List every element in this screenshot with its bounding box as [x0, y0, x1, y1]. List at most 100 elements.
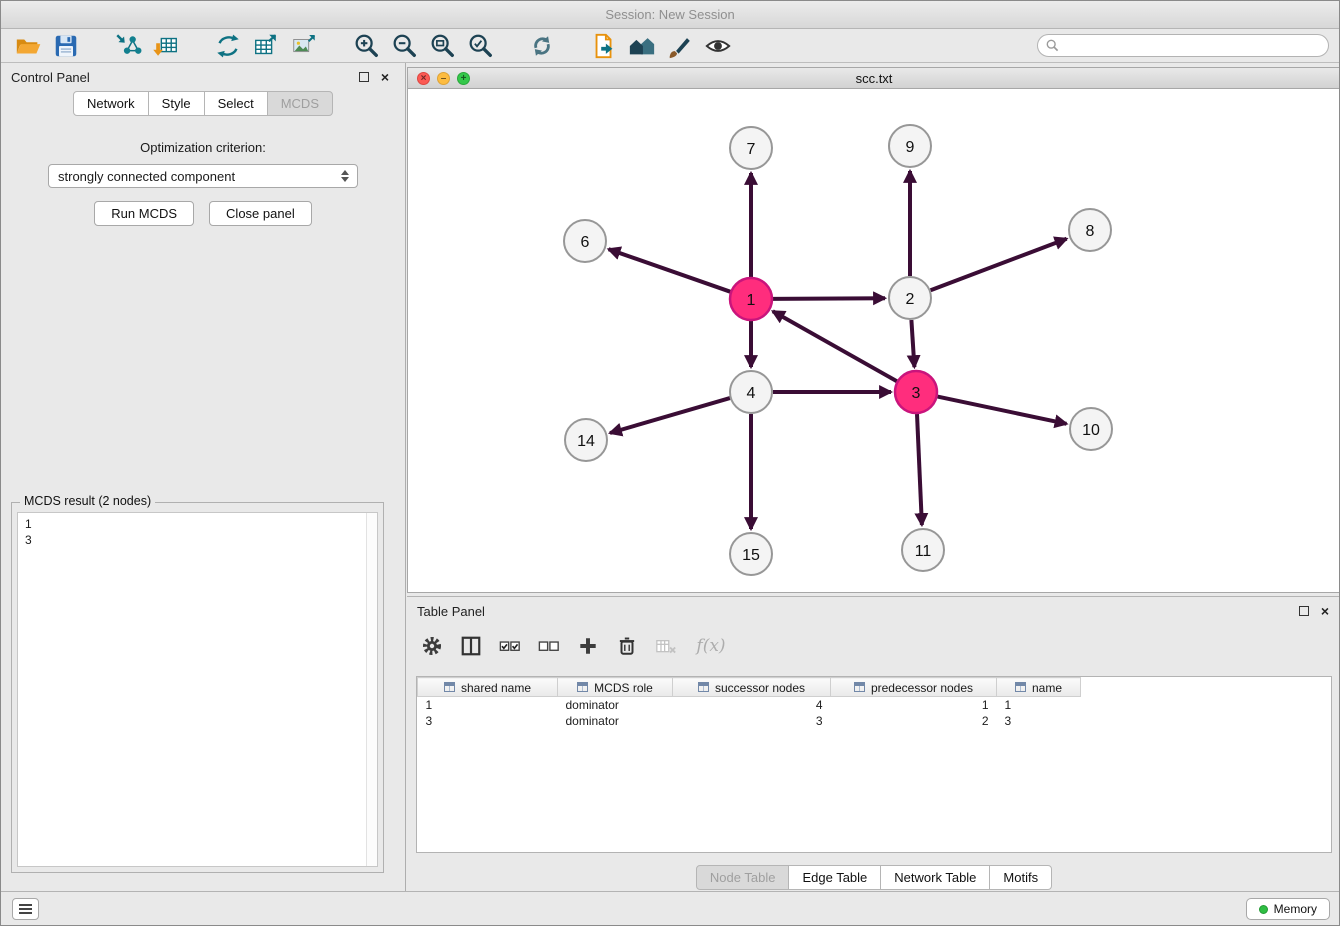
table-row[interactable]: 3dominator323: [418, 713, 1081, 729]
network-graph[interactable]: 7 9 6 8 1 2 4 3 14 10 15 11: [408, 89, 1340, 594]
select-all-columns-button[interactable]: [499, 635, 521, 657]
search-field[interactable]: [1037, 34, 1329, 57]
import-table-icon: [152, 32, 180, 60]
column-header-mcds-role[interactable]: MCDS role: [558, 678, 673, 697]
graph-node-11[interactable]: 11: [902, 529, 944, 571]
import-network-button[interactable]: [109, 31, 147, 61]
table-header-row: shared nameMCDS rolesuccessor nodesprede…: [418, 678, 1081, 697]
table-cell[interactable]: dominator: [558, 697, 673, 713]
memory-label: Memory: [1274, 902, 1317, 916]
table-row[interactable]: 1dominator411: [418, 697, 1081, 713]
graph-node-1[interactable]: 1: [730, 278, 772, 320]
table-cell[interactable]: 1: [831, 697, 997, 713]
graph-edge-2-8[interactable]: [931, 239, 1067, 290]
tab-select[interactable]: Select: [204, 91, 268, 116]
graph-node-3[interactable]: 3: [895, 371, 937, 413]
table-cell[interactable]: 2: [831, 713, 997, 729]
run-mcds-button[interactable]: Run MCDS: [94, 201, 194, 226]
zoom-in-button[interactable]: [347, 31, 385, 61]
add-column-button[interactable]: [577, 635, 599, 657]
show-hide-button[interactable]: [699, 31, 737, 61]
new-table-button[interactable]: [247, 31, 285, 61]
zoom-out-button[interactable]: [385, 31, 423, 61]
zoom-fit-button[interactable]: [423, 31, 461, 61]
graph-edge-1-2[interactable]: [773, 298, 885, 299]
graph-node-15[interactable]: 15: [730, 533, 772, 575]
column-header-successor-nodes[interactable]: successor nodes: [673, 678, 831, 697]
table-panel: Table Panel ×: [407, 596, 1340, 893]
deselect-all-columns-button[interactable]: [538, 635, 560, 657]
tab-mcds[interactable]: MCDS: [267, 91, 333, 116]
close-table-panel-icon[interactable]: ×: [1321, 602, 1329, 620]
memory-button[interactable]: Memory: [1246, 898, 1330, 920]
sort-icon: [698, 682, 709, 692]
table-arrow-icon: [252, 32, 280, 60]
close-panel-button[interactable]: Close panel: [209, 201, 312, 226]
table-options-button[interactable]: [421, 635, 443, 657]
tab-motifs[interactable]: Motifs: [989, 865, 1052, 890]
gear-icon: [421, 635, 443, 657]
panel-menu-button[interactable]: [12, 898, 39, 920]
zoom-window-button[interactable]: +: [457, 72, 470, 85]
float-panel-icon[interactable]: [359, 72, 369, 82]
column-header-predecessor-nodes[interactable]: predecessor nodes: [831, 678, 997, 697]
graph-edge-4-14[interactable]: [610, 398, 730, 433]
close-window-button[interactable]: ×: [417, 72, 430, 85]
close-panel-icon[interactable]: ×: [381, 68, 389, 86]
export-document-button[interactable]: [585, 31, 623, 61]
graph-edge-3-1[interactable]: [773, 311, 897, 381]
tab-node-table[interactable]: Node Table: [696, 865, 790, 890]
apply-style-button[interactable]: [661, 31, 699, 61]
houses-icon: [628, 32, 656, 60]
graph-node-2[interactable]: 2: [889, 277, 931, 319]
zoom-selected-button[interactable]: [461, 31, 499, 61]
network-canvas[interactable]: 7 9 6 8 1 2 4 3 14 10 15 11: [408, 89, 1340, 592]
apply-layout-button[interactable]: [523, 31, 561, 61]
graph-node-7[interactable]: 7: [730, 127, 772, 169]
table-cell[interactable]: 3: [673, 713, 831, 729]
tab-network[interactable]: Network: [73, 91, 149, 116]
tab-network-table[interactable]: Network Table: [880, 865, 990, 890]
tab-style[interactable]: Style: [148, 91, 205, 116]
table-cell[interactable]: 3: [418, 713, 558, 729]
mcds-result-group: MCDS result (2 nodes) 13: [11, 502, 384, 873]
float-table-panel-icon[interactable]: [1299, 606, 1309, 616]
save-session-button[interactable]: [47, 31, 85, 61]
criterion-dropdown[interactable]: strongly connected component: [48, 164, 358, 188]
graph-edge-3-11[interactable]: [917, 414, 922, 525]
graph-node-4[interactable]: 4: [730, 371, 772, 413]
table-cell[interactable]: 1: [418, 697, 558, 713]
mcds-result-list[interactable]: 13: [17, 512, 378, 867]
minimize-window-button[interactable]: –: [437, 72, 450, 85]
table-cell[interactable]: 4: [673, 697, 831, 713]
open-session-button[interactable]: [9, 31, 47, 61]
table-cell[interactable]: 1: [997, 697, 1081, 713]
delete-table-button[interactable]: [655, 635, 677, 657]
network-window-titlebar[interactable]: × – + scc.txt: [408, 68, 1340, 89]
import-table-button[interactable]: [147, 31, 185, 61]
graph-edge-1-6[interactable]: [609, 249, 731, 292]
graph-node-8[interactable]: 8: [1069, 209, 1111, 251]
graph-node-6[interactable]: 6: [564, 220, 606, 262]
column-header-shared-name[interactable]: shared name: [418, 678, 558, 697]
tab-edge-table[interactable]: Edge Table: [788, 865, 881, 890]
function-builder-button[interactable]: f(x): [694, 635, 728, 657]
result-scrollbar[interactable]: [366, 513, 377, 866]
delete-column-button[interactable]: [616, 635, 638, 657]
graph-edge-2-3[interactable]: [911, 320, 914, 367]
export-image-button[interactable]: [285, 31, 323, 61]
table-cell[interactable]: 3: [997, 713, 1081, 729]
graph-edge-3-10[interactable]: [938, 397, 1067, 424]
table-cell[interactable]: dominator: [558, 713, 673, 729]
graph-node-9[interactable]: 9: [889, 125, 931, 167]
show-columns-button[interactable]: [460, 635, 482, 657]
svg-text:9: 9: [906, 139, 915, 156]
new-network-button[interactable]: [209, 31, 247, 61]
search-input[interactable]: [1064, 38, 1320, 54]
home-views-button[interactable]: [623, 31, 661, 61]
main-toolbar: [1, 29, 1339, 63]
graph-node-10[interactable]: 10: [1070, 408, 1112, 450]
column-header-name[interactable]: name: [997, 678, 1081, 697]
window-titlebar[interactable]: Session: New Session: [1, 1, 1339, 29]
graph-node-14[interactable]: 14: [565, 419, 607, 461]
